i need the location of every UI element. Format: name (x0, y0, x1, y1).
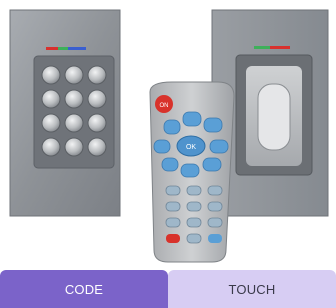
keypad-panel (9, 9, 121, 217)
product-photo: ON OK (9, 9, 329, 263)
svg-text:ON: ON (160, 103, 169, 109)
svg-text:OK: OK (186, 144, 196, 151)
tab-touch[interactable]: TOUCH (168, 270, 336, 308)
tab-bar: CODE TOUCH (0, 270, 336, 308)
remote-control: ON OK (149, 81, 235, 263)
tab-code[interactable]: CODE (0, 270, 168, 308)
